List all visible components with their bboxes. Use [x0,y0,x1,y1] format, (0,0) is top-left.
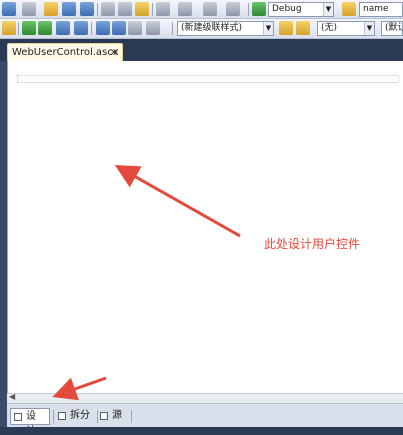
document-tab-strip: WebUserControl.ascx × [0,39,403,61]
insert-control-icon[interactable] [22,21,36,35]
source-view-icon [100,412,108,420]
solution-configuration-value: Debug [272,4,302,14]
standard-toolbar: Debug ▼ name [0,0,403,19]
split-view-button[interactable]: 拆分 [55,408,95,425]
paste-icon[interactable] [135,2,149,16]
redo-icon[interactable] [178,2,192,16]
table-grid-icon[interactable] [128,21,142,35]
table-merge-icon[interactable] [146,21,160,35]
chevron-down-icon[interactable]: ▼ [364,22,374,35]
cut-icon[interactable] [101,2,115,16]
toolbar-separator [97,3,98,16]
toolbar-separator [248,3,249,16]
table-column-icon[interactable] [112,21,126,35]
save-all-icon[interactable] [80,2,94,16]
find-in-files-icon[interactable] [342,2,356,16]
chevron-down-icon[interactable]: ▼ [323,3,333,16]
view-separator [131,410,132,423]
chevron-down-icon[interactable]: ▼ [263,22,273,35]
design-view-button[interactable]: 设计 [10,408,50,435]
font-name-combo[interactable]: (默认 [381,21,403,36]
insert-element-icon[interactable] [38,21,52,35]
find-combo-value: name [363,4,389,14]
target-rule-value: (新建级联样式) [181,23,243,33]
source-view-label: 源 [112,410,122,421]
view-switch-bar: 设计 拆分 源 [7,403,403,435]
target-rule-combo[interactable]: (新建级联样式) ▼ [177,21,274,36]
new-project-icon[interactable] [2,2,16,16]
toolbar-separator [91,22,92,35]
insert-table-icon[interactable] [56,21,70,35]
source-view-button[interactable]: 源 [97,408,129,425]
horizontal-scrollbar[interactable]: ◀ [7,392,403,403]
split-view-icon [58,412,66,420]
annotation-text: 此处设计用户控件 [264,237,361,251]
font-name-value: (默认 [385,23,402,33]
table-row-icon[interactable] [96,21,110,35]
split-view-label: 拆分 [70,410,90,421]
tab-title: WebUserControl.ascx [12,47,119,58]
web-form-icon[interactable] [2,21,16,35]
formatting-toolbar: (新建级联样式) ▼ (无) ▼ (默认 [0,19,403,39]
solution-configuration-combo[interactable]: Debug ▼ [268,2,334,17]
navigate-backward-icon[interactable] [203,2,217,16]
copy-icon[interactable] [118,2,132,16]
start-debugging-icon[interactable] [252,2,266,16]
add-item-icon[interactable] [22,2,36,16]
tab-webusercontrol[interactable]: WebUserControl.ascx × [7,43,123,61]
block-format-combo[interactable]: (无) ▼ [317,21,375,36]
left-panel-edge [0,61,7,427]
find-combo[interactable]: name [359,2,403,17]
open-file-icon[interactable] [44,2,58,16]
view-separator [53,410,54,423]
undo-icon[interactable] [156,2,170,16]
close-icon[interactable]: × [110,44,118,61]
toolbar-separator [172,22,173,35]
navigate-forward-icon[interactable] [226,2,240,16]
scroll-left-icon[interactable]: ◀ [9,392,15,401]
toolbar-separator [18,22,19,35]
style-application-icon[interactable] [279,21,293,35]
toolbar-separator [152,3,153,16]
save-icon[interactable] [62,2,76,16]
block-format-value: (无) [321,23,338,33]
status-strip [0,427,403,435]
style-manager-icon[interactable] [296,21,310,35]
content-placeholder-line [17,75,399,83]
design-view-icon [14,413,22,421]
design-surface[interactable]: 此处设计用户控件 [7,61,403,393]
insert-layer-icon[interactable] [74,21,88,35]
